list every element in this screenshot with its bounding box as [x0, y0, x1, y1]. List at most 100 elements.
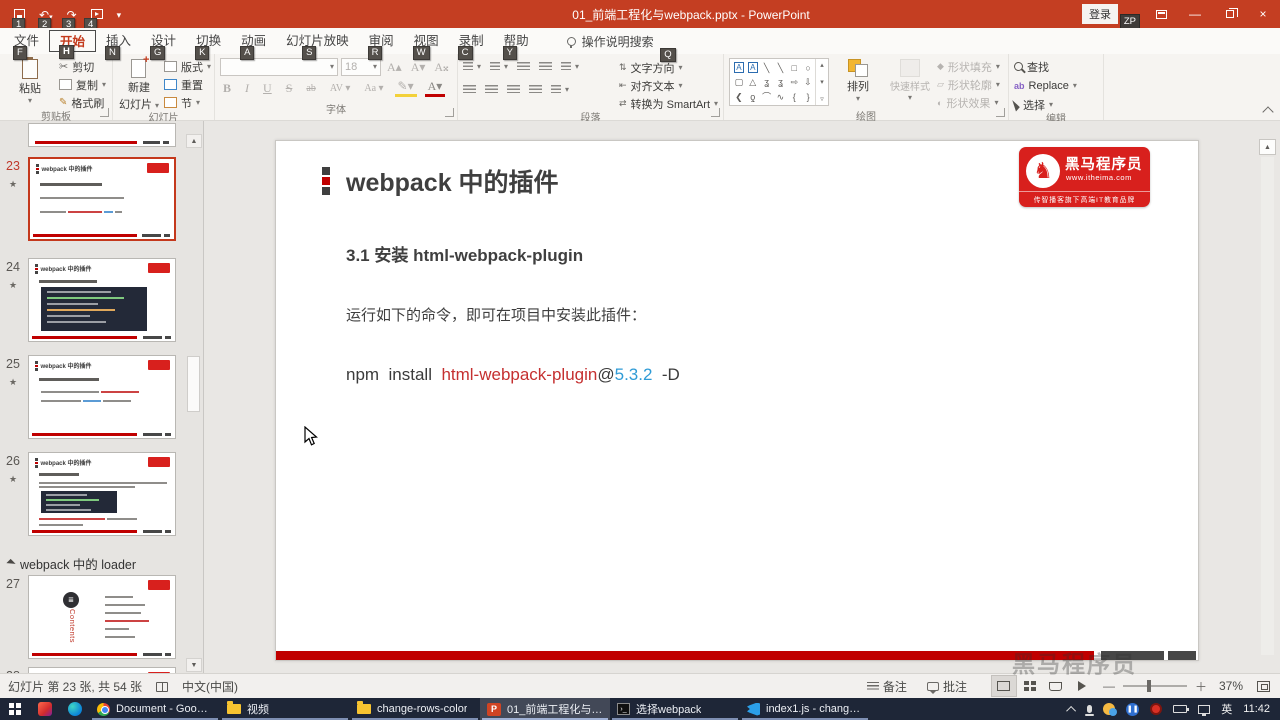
- format-painter-button[interactable]: ✎ 格式刷: [59, 94, 106, 111]
- clear-formatting-icon[interactable]: A𝄪: [431, 60, 451, 75]
- paragraph-dialog-launcher[interactable]: [711, 108, 720, 117]
- taskbar-folder-change-rows-color[interactable]: change-rows-color: [350, 698, 480, 720]
- numbering-button[interactable]: ▾: [490, 58, 508, 75]
- zoom-in-button[interactable]: ＋: [1195, 678, 1207, 695]
- paste-button[interactable]: 粘贴 ▾: [5, 57, 55, 105]
- tab-animations[interactable]: 动画 A: [231, 30, 276, 60]
- editor-scrollbar-track[interactable]: [1261, 157, 1274, 655]
- tab-home[interactable]: 开始 H: [49, 30, 97, 59]
- drawing-dialog-launcher[interactable]: [996, 108, 1005, 117]
- taskbar-vscode-window[interactable]: index1.js - change-r...: [740, 698, 870, 720]
- taskbar-powerpoint-window[interactable]: P01_前端工程化与we...: [480, 698, 610, 720]
- slide-command-text[interactable]: npm install html-webpack-plugin@5.3.2 -D: [346, 365, 680, 385]
- shapes-gallery-scrollbar[interactable]: ▴ ▾ ▿: [815, 59, 828, 105]
- start-button[interactable]: [0, 698, 30, 720]
- convert-smartart-button[interactable]: ⇄ 转换为 SmartArt ▾: [619, 95, 718, 112]
- line-spacing-button[interactable]: ▾: [561, 58, 579, 75]
- close-button[interactable]: ×: [1246, 0, 1280, 28]
- tab-review[interactable]: 审阅 R: [359, 30, 404, 60]
- clipboard-dialog-launcher[interactable]: [100, 108, 109, 117]
- slide-body-text[interactable]: 运行如下的命令，即可在项目中安装此插件：: [346, 304, 646, 325]
- zoom-out-button[interactable]: —: [1103, 679, 1115, 693]
- minimize-button[interactable]: —: [1178, 0, 1212, 28]
- font-color-button[interactable]: A▾: [424, 79, 446, 97]
- increase-font-icon[interactable]: A▴: [384, 60, 405, 75]
- ribbon-display-options-button[interactable]: [1144, 0, 1178, 28]
- slide-canvas[interactable]: webpack 中的插件 3.1 安装 html-webpack-plugin …: [275, 140, 1199, 661]
- replace-button[interactable]: ab Replace ▾: [1014, 77, 1077, 94]
- proofing-icon[interactable]: [156, 681, 169, 692]
- justify-button[interactable]: [529, 81, 542, 98]
- ime-indicator[interactable]: 英: [1221, 701, 1232, 717]
- arrange-button[interactable]: 排列 ▾: [833, 58, 883, 103]
- slide-title[interactable]: webpack 中的插件: [346, 163, 559, 199]
- tab-help[interactable]: 帮助 Y: [494, 30, 539, 60]
- editor-scroll-up-button[interactable]: ▲: [1259, 139, 1276, 155]
- font-name-select[interactable]: ▾: [220, 58, 338, 76]
- tab-transitions[interactable]: 切换 K: [186, 30, 231, 60]
- copy-button[interactable]: 复制 ▾: [59, 76, 106, 93]
- decrease-font-icon[interactable]: A▾: [408, 60, 429, 75]
- battery-icon[interactable]: [1173, 705, 1190, 713]
- zoom-slider-thumb[interactable]: [1146, 680, 1151, 692]
- new-slide-button[interactable]: 新建 幻灯片 ▾: [118, 54, 160, 112]
- microphone-icon[interactable]: [1085, 705, 1095, 716]
- tab-slideshow[interactable]: 幻灯片放映 S: [276, 30, 359, 60]
- strikethrough-button[interactable]: S: [283, 81, 296, 96]
- tab-insert[interactable]: 插入 N: [96, 30, 141, 60]
- tab-record[interactable]: 录制 C: [449, 30, 494, 60]
- layout-button[interactable]: 版式 ▾: [163, 58, 211, 75]
- tab-file[interactable]: 文件 F: [4, 30, 49, 60]
- login-button[interactable]: 登录 ZP: [1082, 4, 1140, 29]
- tab-design[interactable]: 设计 G: [141, 30, 186, 60]
- find-button[interactable]: 查找: [1014, 58, 1049, 75]
- font-size-select[interactable]: 18 ▾: [341, 58, 381, 76]
- pinned-app-icon[interactable]: [30, 698, 60, 720]
- reset-button[interactable]: 重置: [163, 76, 211, 93]
- shapes-gallery[interactable]: AA ╲ ╲ □ ○ ▢ △ ʓʓ ⇨ ⇩ ❮ ƍ ⌒ ∿ {} ▴ ▾ ▿: [729, 58, 829, 106]
- slide-subtitle[interactable]: 3.1 安装 html-webpack-plugin: [346, 241, 583, 266]
- thumbs-scroll-down-button[interactable]: ▼: [186, 658, 202, 672]
- customize-qat-icon[interactable]: ▾: [117, 9, 122, 21]
- align-left-button[interactable]: [463, 81, 476, 98]
- italic-button[interactable]: I: [242, 81, 252, 96]
- cut-button[interactable]: ✂ 剪切: [59, 58, 106, 75]
- character-spacing-button[interactable]: AV ▾: [327, 83, 354, 94]
- edge-icon[interactable]: [60, 698, 90, 720]
- thumbs-scroll-up-button[interactable]: ▲: [186, 134, 202, 148]
- weather-app-icon[interactable]: [1103, 703, 1118, 716]
- columns-button[interactable]: ▾: [551, 81, 569, 98]
- section-header-loader[interactable]: webpack 中的 loader: [6, 554, 136, 573]
- highlight-color-button[interactable]: ✎▾: [394, 79, 417, 97]
- underline-button[interactable]: U: [260, 81, 275, 96]
- language-indicator[interactable]: 中文(中国): [182, 678, 238, 695]
- text-direction-button[interactable]: ⇅ 文字方向 ▾: [619, 59, 718, 76]
- align-right-button[interactable]: [507, 81, 520, 98]
- fit-to-window-button[interactable]: [1247, 674, 1280, 698]
- align-center-button[interactable]: [485, 81, 498, 98]
- tell-me-search[interactable]: 操作说明搜索 Q: [566, 33, 676, 62]
- collapse-ribbon-icon[interactable]: [1262, 106, 1274, 118]
- zoom-level[interactable]: 37%: [1215, 679, 1247, 693]
- slide-thumbnail-panel[interactable]: 23 ★ webpack 中的插件 24 ★ webpack 中的插件 25 ★…: [0, 121, 204, 673]
- bold-button[interactable]: B: [220, 81, 234, 96]
- restore-button[interactable]: [1212, 0, 1246, 28]
- shape-outline-button[interactable]: ▱ 形状轮廓 ▾: [937, 76, 1000, 93]
- comments-button[interactable]: 批注: [917, 674, 977, 698]
- quick-styles-button[interactable]: 快速样式 ▾: [887, 58, 933, 102]
- tray-expand-icon[interactable]: [1066, 705, 1077, 716]
- taskbar-folder-videos[interactable]: 视频: [220, 698, 350, 720]
- align-text-button[interactable]: ⇤ 对齐文本 ▾: [619, 77, 718, 94]
- clock[interactable]: 11:42: [1243, 703, 1270, 715]
- shape-effects-button[interactable]: ◐ 形状效果 ▾: [937, 94, 1000, 111]
- shape-fill-button[interactable]: ◆ 形状填充 ▾: [937, 58, 1000, 75]
- section-button[interactable]: 节 ▾: [163, 94, 211, 111]
- select-button[interactable]: 选择 ▾: [1012, 96, 1053, 113]
- thumbs-scrollbar-thumb[interactable]: [187, 356, 200, 412]
- tab-view[interactable]: 视图 W: [404, 30, 449, 60]
- strikethrough2-button[interactable]: ab: [303, 83, 318, 94]
- display-network-icon[interactable]: [1198, 704, 1211, 716]
- bullets-button[interactable]: ▾: [463, 58, 481, 75]
- pause-recording-icon[interactable]: ❚❚: [1126, 702, 1140, 716]
- taskbar-chrome-window[interactable]: Document - Google...: [90, 698, 220, 720]
